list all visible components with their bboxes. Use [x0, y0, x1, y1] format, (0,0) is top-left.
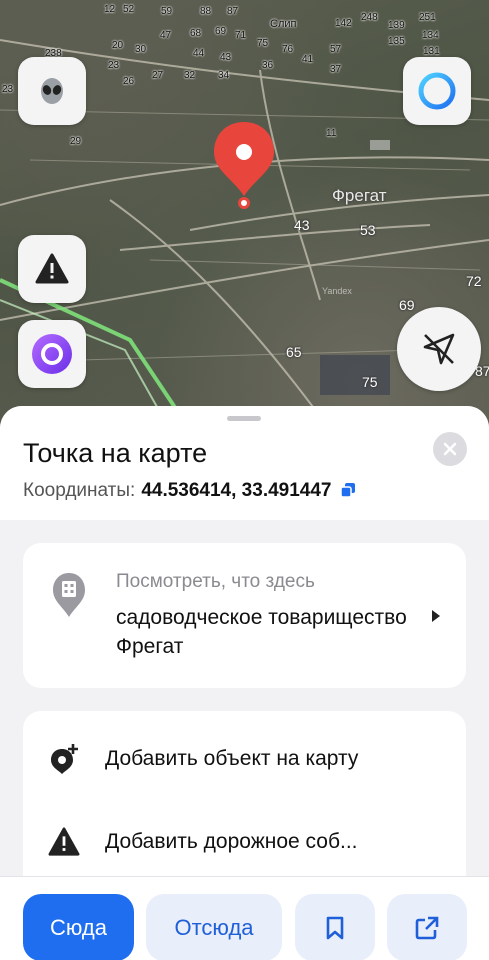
warning-triangle-icon	[23, 827, 105, 857]
alice-assistant-button[interactable]	[18, 320, 86, 388]
map-plot-number: 23	[2, 84, 14, 95]
sheet-grabber[interactable]	[227, 416, 261, 421]
map-plot-number: 43	[294, 217, 310, 233]
coordinates-row: Координаты: 44.536414, 33.491447	[23, 480, 356, 504]
chevron-right-icon	[431, 609, 441, 628]
pin-point-dot	[238, 197, 250, 209]
map-plot-number: 251	[419, 12, 436, 23]
map-plot-number: 69	[215, 26, 227, 37]
alien-icon	[41, 78, 63, 104]
map-plot-number: 29	[70, 136, 82, 147]
whats-here-subtitle: Посмотреть, что здесь	[116, 571, 315, 592]
route-from-button[interactable]: Отсюда	[146, 894, 282, 960]
map-street-label: Слип	[270, 18, 297, 30]
share-icon	[415, 916, 439, 939]
bookmark-button[interactable]	[295, 894, 375, 960]
map-plot-number: 43	[220, 52, 232, 63]
map-plot-number: 34	[218, 70, 230, 81]
map-plot-number: 87	[227, 6, 239, 17]
map-plot-number: 44	[193, 48, 205, 59]
map-plot-number: 47	[160, 30, 172, 41]
whats-here-card[interactable]: Посмотреть, что здесь садоводческое това…	[23, 543, 466, 688]
map-plot-number: 41	[302, 54, 314, 65]
map-plot-number: 30	[135, 44, 147, 55]
bookmark-icon	[326, 916, 344, 939]
map-plot-number: 139	[388, 20, 405, 31]
map-plot-number: 142	[335, 18, 352, 29]
location-off-icon	[423, 333, 455, 365]
map-plot-number: 12	[104, 4, 116, 15]
location-pin[interactable]	[212, 120, 276, 200]
map-plot-number: 36	[262, 60, 274, 71]
map-plot-number: 75	[257, 38, 269, 49]
map-plot-number: 37	[330, 64, 342, 75]
map-plot-number: 248	[361, 12, 378, 23]
map-plot-number: 76	[282, 44, 294, 55]
map-watermark: Yandex	[322, 286, 352, 296]
sheet-header: Точка на карте Координаты: 44.536414, 33.…	[0, 406, 489, 520]
alice-ring-icon	[418, 72, 456, 110]
coordinates-label: Координаты:	[23, 480, 136, 501]
map-plot-number: 11	[326, 128, 337, 139]
route-here-button[interactable]: Сюда	[23, 894, 134, 960]
alien-button[interactable]	[18, 57, 86, 125]
map-plot-number: 65	[286, 344, 302, 360]
map-plot-number: 71	[235, 30, 247, 41]
warning-triangle-icon	[35, 253, 69, 284]
map-plot-number: 135	[388, 36, 405, 47]
map-plot-number: 32	[184, 70, 196, 81]
map-place-label: Фрегат	[332, 186, 387, 205]
map-plot-number: 68	[190, 28, 202, 39]
map-plot-number: 53	[360, 222, 376, 238]
report-incident-button[interactable]	[18, 235, 86, 303]
map-plot-number: 57	[330, 44, 342, 55]
add-road-event-label: Добавить дорожное соб...	[105, 830, 358, 853]
place-name: садоводческое товарищество Фрегат	[116, 606, 407, 658]
add-object-label: Добавить объект на карту	[105, 747, 359, 770]
sheet-title: Точка на карте	[23, 438, 208, 468]
map-plot-number: 75	[362, 374, 378, 390]
building-pin-icon	[51, 571, 87, 624]
copy-icon[interactable]	[339, 482, 356, 504]
map-pin-icon	[214, 122, 274, 196]
map-plot-number: 26	[123, 76, 135, 87]
add-road-event-action[interactable]: Добавить дорожное соб...	[23, 802, 466, 882]
map-plot-number: 134	[422, 30, 439, 41]
map-plot-number: 23	[108, 60, 120, 71]
map-view[interactable]: 12 52 59 88 87 142 248 251 20 30 47 68 6…	[0, 0, 489, 430]
share-button[interactable]	[387, 894, 467, 960]
close-button[interactable]	[433, 432, 467, 466]
add-object-action[interactable]: Добавить объект на карту	[23, 719, 466, 799]
close-icon	[443, 442, 457, 456]
add-place-icon	[23, 743, 105, 775]
map-plot-number: 69	[399, 297, 415, 313]
map-plot-number: 88	[200, 6, 212, 17]
map-plot-number: 72	[466, 273, 482, 289]
map-plot-number: 20	[112, 40, 124, 51]
map-plot-number: 52	[123, 4, 135, 15]
location-button[interactable]	[397, 307, 481, 391]
coordinates-value[interactable]: 44.536414, 33.491447	[141, 480, 331, 501]
alice-assistant-icon	[32, 334, 72, 374]
route-action-bar: Сюда Отсюда	[0, 876, 489, 960]
map-plot-number: 27	[152, 70, 164, 81]
map-plot-number: 131	[423, 46, 440, 57]
map-plot-number: 59	[161, 6, 173, 17]
alice-button[interactable]	[403, 57, 471, 125]
